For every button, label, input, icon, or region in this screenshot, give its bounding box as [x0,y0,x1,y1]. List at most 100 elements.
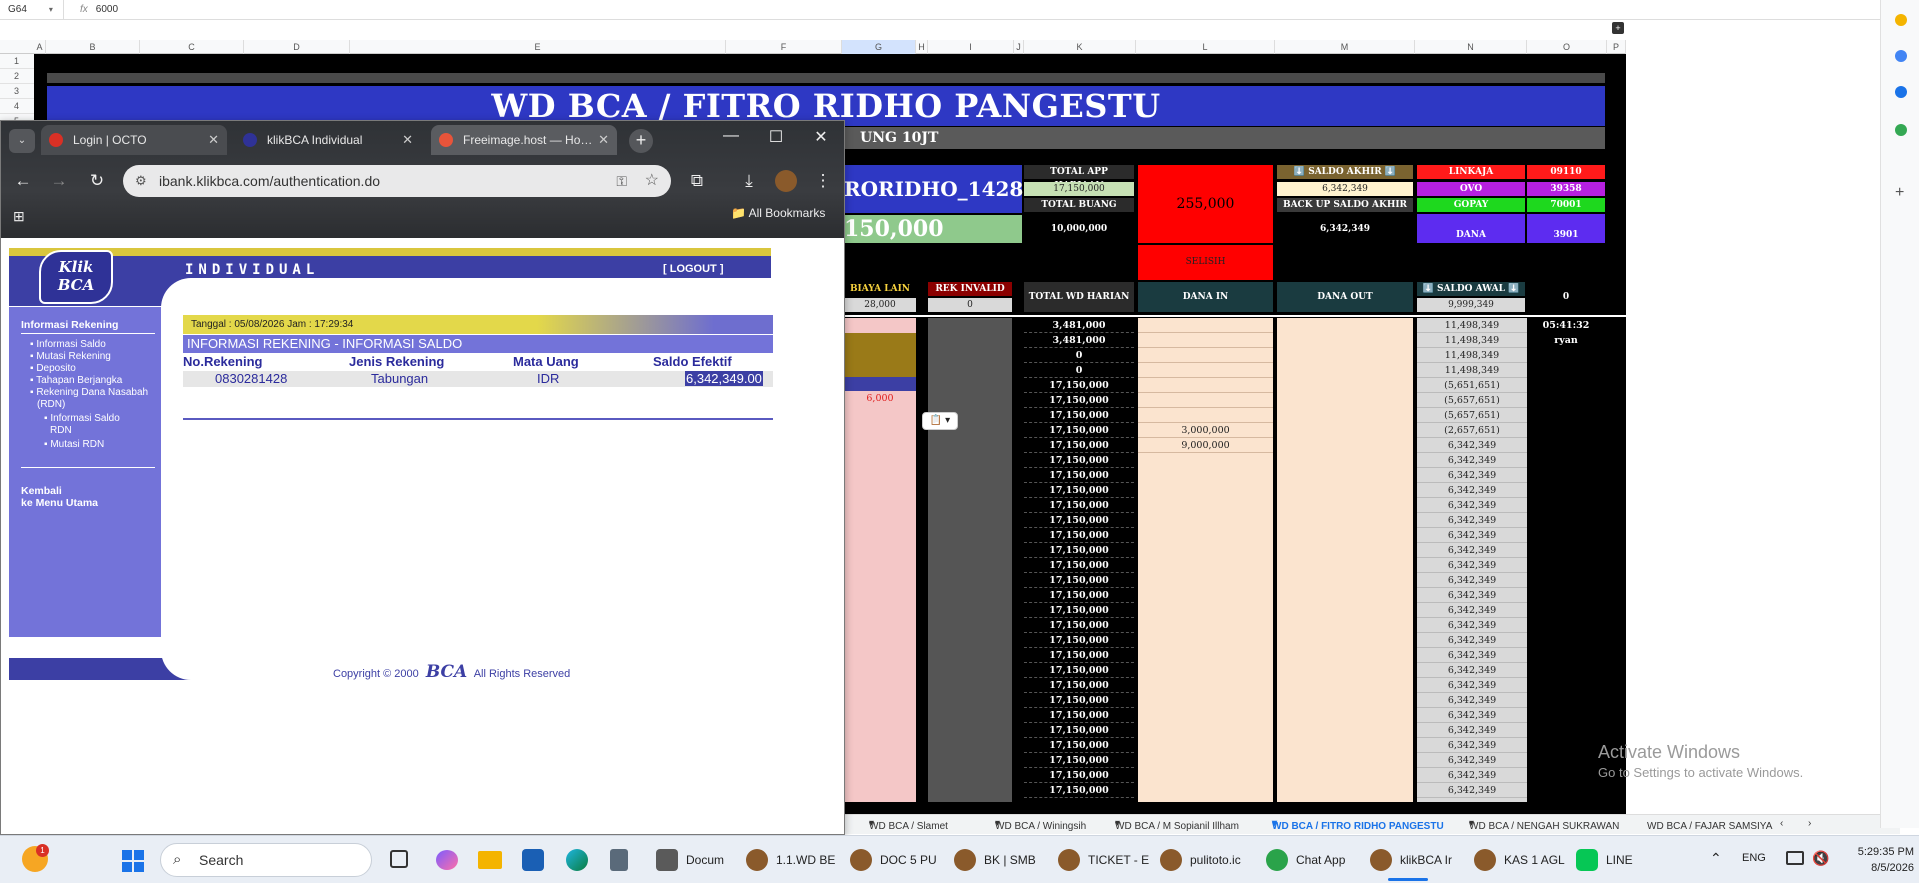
cell[interactable]: 17,150,000 [1024,723,1134,738]
cell[interactable]: 11,498,349 [1417,318,1527,333]
menu-icon[interactable]: ⋮ [811,169,835,193]
col-header[interactable]: P [1607,40,1626,54]
cell[interactable]: 6,342,349 [1417,783,1527,798]
menu-rdn-label[interactable]: RDN [50,425,72,436]
menu-tahapan-berjangka[interactable]: ▪ Tahapan Berjangka [30,375,122,386]
language-indicator[interactable]: ENG [1742,852,1766,864]
calculator-icon[interactable] [610,849,628,871]
cell[interactable]: 6,342,349 [1417,738,1527,753]
cell[interactable]: 6,342,349 [1417,708,1527,723]
total-buang-value[interactable]: 10,000,000 [1024,222,1134,236]
rek-invalid-column[interactable] [928,318,1012,802]
cell[interactable]: 17,150,000 [1024,543,1134,558]
cell[interactable] [1138,333,1273,348]
saldo-akhir-value[interactable]: 6,342,349 [1277,182,1413,196]
kembali-link-2[interactable]: ke Menu Utama [21,497,98,509]
browser-tab[interactable]: Login | OCTO ✕ [41,125,227,155]
cell[interactable]: 17,150,000 [1024,693,1134,708]
cell[interactable]: 17,150,000 [1024,393,1134,408]
col-header[interactable]: M [1275,40,1415,54]
row-header[interactable]: 4 [0,99,34,114]
star-icon[interactable]: ☆ [645,165,659,197]
col-header[interactable]: I [928,40,1014,54]
extensions-icon[interactable]: ⧉ [685,169,709,193]
col-header[interactable]: O [1527,40,1607,54]
cell[interactable]: 6,342,349 [1417,648,1527,663]
sheet-tab[interactable]: WD BCA / Winingsih ▾ [995,818,1086,832]
keep-icon[interactable] [1895,14,1907,26]
saldo-value[interactable]: 6,342,349.00 [685,371,763,386]
selisih-value[interactable]: 255,000 [1138,165,1273,243]
cell[interactable]: 17,150,000 [1024,453,1134,468]
cell[interactable]: 6,342,349 [1417,633,1527,648]
paste-options-icon[interactable]: 📋 ▾ [922,412,958,430]
cell[interactable] [1138,408,1273,423]
sidebar-heading[interactable]: Informasi Rekening [21,319,118,331]
close-window-icon[interactable]: ✕ [801,127,841,147]
cell[interactable] [1138,318,1273,333]
gopay-value[interactable]: 70001 [1527,198,1605,212]
menu-informasi-saldo-rdn[interactable]: ▪ Informasi Saldo [44,413,120,424]
cell[interactable] [1138,363,1273,378]
maximize-icon[interactable]: ☐ [756,127,796,147]
taskbar-app[interactable]: 1.1.WD BE [746,836,835,884]
taskbar-search[interactable]: ⌕ Search [160,843,372,877]
menu-informasi-saldo[interactable]: ▪ Informasi Saldo [30,339,106,350]
o-value[interactable]: 0 [1527,282,1605,312]
cell[interactable]: 17,150,000 [1024,618,1134,633]
cell[interactable]: 6,342,349 [1417,723,1527,738]
total-wd-column[interactable]: 3,481,000 3,481,000 0 0 17,150,000 17,150,000… [1024,318,1134,798]
cell[interactable]: 17,150,000 [1024,423,1134,438]
cell[interactable]: 0 [1024,363,1134,378]
cell[interactable]: 6,342,349 [1417,663,1527,678]
biaya-lain-value[interactable]: 28,000 [844,298,916,312]
cell[interactable]: 6,342,349 [1417,513,1527,528]
file-explorer-icon[interactable] [478,851,502,869]
cell[interactable]: 6,342,349 [1417,678,1527,693]
cell[interactable]: 17,150,000 [1024,678,1134,693]
reload-icon[interactable]: ↻ [85,169,109,193]
cell[interactable]: 6,342,349 [1417,438,1527,453]
amount-cell[interactable]: 150,000 [844,215,1022,243]
row-header[interactable]: 3 [0,84,34,99]
col-header[interactable]: F [726,40,842,54]
forward-icon[interactable]: → [47,169,71,193]
menu-rdn-sub[interactable]: (RDN) [37,399,65,410]
taskbar-app[interactable]: TICKET - E [1058,836,1149,884]
cell[interactable]: 9,000,000 [1138,438,1273,453]
clock[interactable]: 5:29:35 PM 8/5/2026 [1834,844,1914,876]
cell[interactable]: 6,342,349 [1417,693,1527,708]
cell[interactable] [1138,393,1273,408]
sheet-tab[interactable]: WD BCA / M Sopianil Illham ▾ [1115,818,1239,832]
taskbar-app[interactable]: KAS 1 AGL [1474,836,1565,884]
cell[interactable]: 0 [1024,348,1134,363]
sheet-tab[interactable]: WD BCA / Slamet ▾ [869,818,948,832]
sheet-tab[interactable]: WD BCA / NENGAH SUKRAWAN ▾ [1469,818,1619,832]
cell[interactable]: 6,342,349 [1417,528,1527,543]
taskbar-app[interactable]: pulitoto.ic [1160,836,1241,884]
col-header[interactable]: K [1024,40,1136,54]
minimize-icon[interactable]: — [711,127,751,145]
cell[interactable]: (5,651,651) [1417,378,1527,393]
saldo-awal-value[interactable]: 9,999,349 [1417,298,1525,312]
maps-icon[interactable] [1895,124,1907,136]
time-value[interactable]: 05:41:32 [1527,318,1605,333]
dana-out-column[interactable] [1277,318,1413,802]
kembali-link[interactable]: Kembali [21,485,62,497]
col-header[interactable]: E [350,40,726,54]
cell[interactable]: 17,150,000 [1024,768,1134,783]
menu-mutasi-rekening[interactable]: ▪ Mutasi Rekening [30,351,111,362]
close-icon[interactable]: ✕ [598,125,609,155]
cell[interactable]: 6,342,349 [1417,483,1527,498]
biaya-lain-column[interactable]: 6,000 [844,318,916,802]
chevron-down-icon[interactable]: ▾ [49,5,53,14]
network-icon[interactable] [1786,851,1804,865]
volume-icon[interactable]: 🔇 [1812,850,1829,867]
dana-value[interactable]: 3901 [1527,214,1605,243]
cell[interactable]: 17,150,000 [1024,603,1134,618]
taskbar-app[interactable]: Chat App [1266,836,1345,884]
name-box[interactable]: G64 ▾ [0,0,64,19]
cell[interactable]: 17,150,000 [1024,633,1134,648]
cell[interactable]: 11,498,349 [1417,348,1527,363]
contacts-icon[interactable] [1895,86,1907,98]
